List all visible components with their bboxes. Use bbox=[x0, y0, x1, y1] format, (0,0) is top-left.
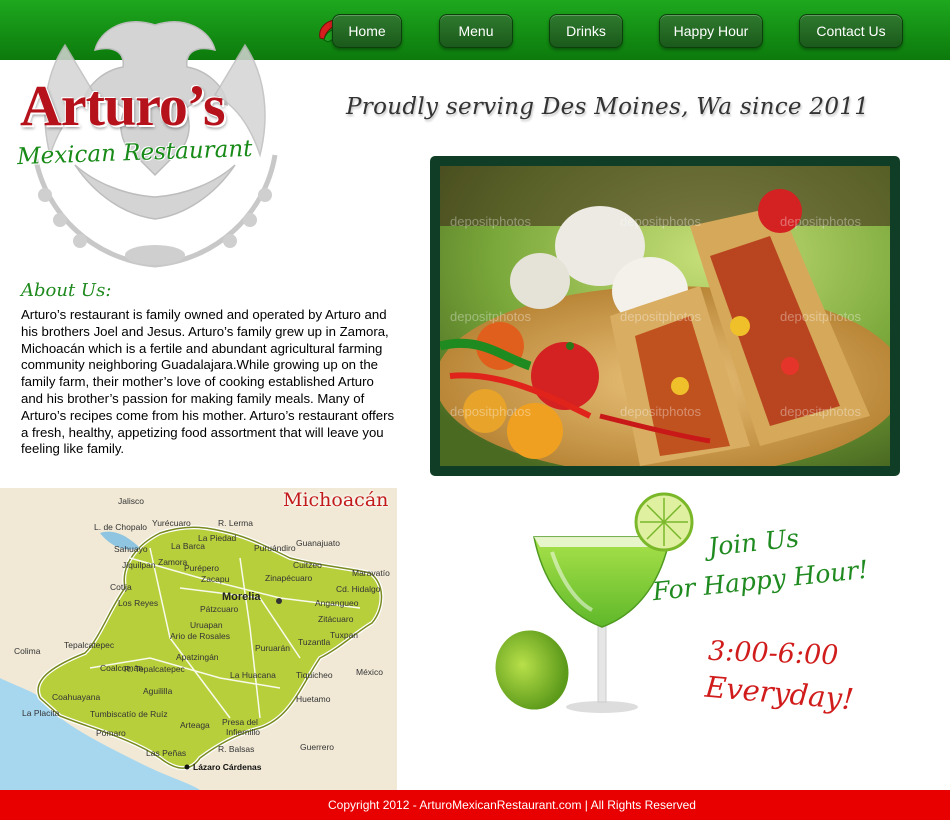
svg-text:depositphotos: depositphotos bbox=[780, 404, 861, 419]
svg-text:depositphotos: depositphotos bbox=[450, 309, 531, 324]
svg-text:Apatzingán: Apatzingán bbox=[176, 652, 219, 662]
svg-text:Sahuayo: Sahuayo bbox=[114, 544, 148, 554]
about-paragraph: Arturo’s restaurant is family owned and … bbox=[21, 307, 395, 457]
happy-hour-join-text: Join Us bbox=[706, 523, 801, 562]
svg-text:depositphotos: depositphotos bbox=[450, 404, 531, 419]
footer-copyright: Copyright 2012 - ArturoMexicanRestaurant… bbox=[328, 798, 696, 812]
svg-text:Tiquicheo: Tiquicheo bbox=[296, 670, 333, 680]
svg-text:Tumbiscatío de Ruíz: Tumbiscatío de Ruíz bbox=[90, 709, 168, 719]
svg-text:Coahuayana: Coahuayana bbox=[52, 692, 100, 702]
svg-text:La Barca: La Barca bbox=[171, 541, 205, 551]
happy-hour-time: 3:00-6:00 bbox=[707, 635, 839, 672]
svg-text:depositphotos: depositphotos bbox=[620, 404, 701, 419]
about-heading: About Us: bbox=[21, 280, 112, 301]
svg-text:Pómaro: Pómaro bbox=[96, 728, 126, 738]
map-title: Michoacán bbox=[283, 489, 389, 511]
svg-text:Arteaga: Arteaga bbox=[180, 720, 210, 730]
nav-home-button[interactable]: Home bbox=[332, 14, 402, 48]
svg-text:R. Tepalcatepec: R. Tepalcatepec bbox=[124, 664, 186, 674]
svg-text:Las Peñas: Las Peñas bbox=[146, 748, 186, 758]
svg-text:La Huacana: La Huacana bbox=[230, 670, 276, 680]
svg-text:Morelia: Morelia bbox=[222, 591, 261, 603]
svg-text:Zinapécuaro: Zinapécuaro bbox=[265, 573, 313, 583]
svg-text:Yurécuaro: Yurécuaro bbox=[152, 518, 191, 528]
food-photo-frame: depositphotos depositphotos depositphoto… bbox=[430, 156, 900, 476]
svg-text:México: México bbox=[356, 667, 383, 677]
svg-text:depositphotos: depositphotos bbox=[450, 214, 531, 229]
margarita-illustration bbox=[495, 492, 694, 713]
svg-text:Jalisco: Jalisco bbox=[118, 496, 144, 506]
svg-text:Ario de Rosales: Ario de Rosales bbox=[170, 631, 230, 641]
svg-text:Puruarán: Puruarán bbox=[255, 643, 290, 653]
svg-text:Pátzcuaro: Pátzcuaro bbox=[200, 604, 239, 614]
svg-text:Huetamo: Huetamo bbox=[296, 694, 331, 704]
svg-text:Guerrero: Guerrero bbox=[300, 742, 334, 752]
svg-text:Infiernillo: Infiernillo bbox=[226, 727, 260, 737]
svg-text:Tuzantla: Tuzantla bbox=[298, 637, 331, 647]
svg-text:La Placita: La Placita bbox=[22, 708, 60, 718]
food-photo: depositphotos depositphotos depositphoto… bbox=[440, 166, 890, 466]
svg-text:Colima: Colima bbox=[14, 646, 41, 656]
svg-text:depositphotos: depositphotos bbox=[620, 214, 701, 229]
svg-text:Lázaro Cárdenas: Lázaro Cárdenas bbox=[193, 762, 262, 772]
svg-text:Presa del: Presa del bbox=[222, 717, 258, 727]
nav-menu-button[interactable]: Menu bbox=[439, 14, 513, 48]
svg-text:depositphotos: depositphotos bbox=[780, 214, 861, 229]
svg-text:Los Reyes: Los Reyes bbox=[118, 598, 158, 608]
nav-drinks-button[interactable]: Drinks bbox=[549, 14, 623, 48]
footer-bar: Copyright 2012 - ArturoMexicanRestaurant… bbox=[0, 790, 950, 820]
tagline: Proudly serving Des Moines, Wa since 201… bbox=[346, 94, 870, 120]
svg-text:Cd. Hidalgo: Cd. Hidalgo bbox=[336, 584, 381, 594]
svg-text:Aguililla: Aguililla bbox=[143, 686, 173, 696]
svg-text:Puruándiro: Puruándiro bbox=[254, 543, 296, 553]
svg-text:L. de Chopalo: L. de Chopalo bbox=[94, 522, 147, 532]
svg-text:Cuitzeo: Cuitzeo bbox=[293, 560, 322, 570]
svg-text:depositphotos: depositphotos bbox=[620, 309, 701, 324]
logo-title: Arturo’s bbox=[20, 73, 226, 138]
happy-hour-days: Everyday! bbox=[703, 669, 856, 717]
svg-text:Purépero: Purépero bbox=[184, 563, 219, 573]
nav-happy-hour-button[interactable]: Happy Hour bbox=[659, 14, 763, 48]
svg-text:Tepalcatepec: Tepalcatepec bbox=[64, 640, 115, 650]
svg-text:Cotija: Cotija bbox=[110, 582, 132, 592]
svg-text:Tuxpan: Tuxpan bbox=[330, 630, 358, 640]
svg-text:R. Balsas: R. Balsas bbox=[218, 744, 254, 754]
svg-text:R. Lerma: R. Lerma bbox=[218, 518, 253, 528]
svg-text:depositphotos: depositphotos bbox=[780, 309, 861, 324]
svg-text:Zacapu: Zacapu bbox=[201, 574, 230, 584]
michoacan-map: Jalisco L. de Chopalo Yurécuaro R. Lerma… bbox=[0, 488, 397, 790]
svg-text:Maravatío: Maravatío bbox=[352, 568, 390, 578]
svg-text:Uruapan: Uruapan bbox=[190, 620, 223, 630]
svg-text:Zitácuaro: Zitácuaro bbox=[318, 614, 354, 624]
svg-text:Angangueo: Angangueo bbox=[315, 598, 359, 608]
svg-text:Guanajuato: Guanajuato bbox=[296, 538, 340, 548]
nav-contact-us-button[interactable]: Contact Us bbox=[799, 14, 903, 48]
svg-text:Jiquilpan: Jiquilpan bbox=[122, 560, 156, 570]
